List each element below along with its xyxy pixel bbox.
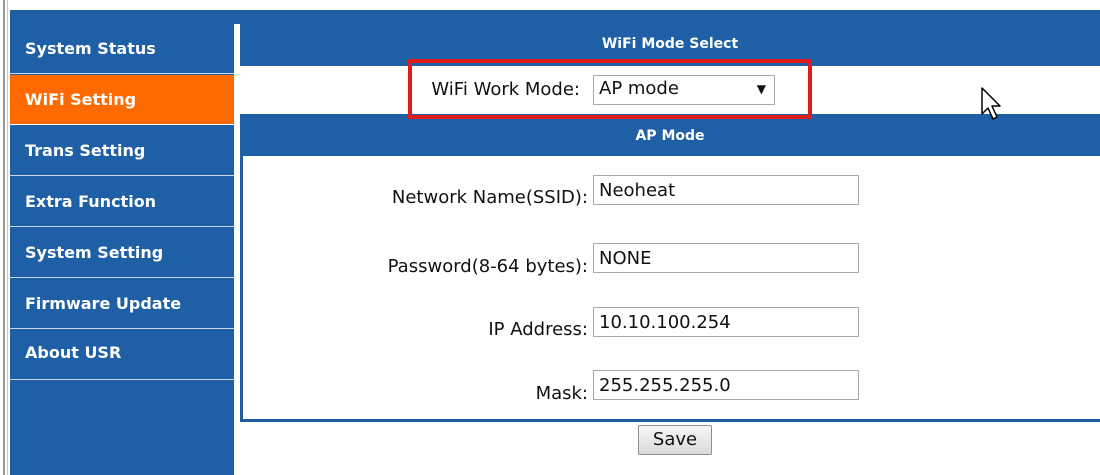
ap-section-title: AP Mode — [635, 128, 705, 144]
sidebar-item-label: WiFi Setting — [25, 90, 137, 109]
sidebar-item-label: Extra Function — [25, 192, 157, 211]
sidebar: System Status WiFi Setting Trans Setting… — [10, 24, 234, 475]
ssid-input[interactable] — [593, 175, 859, 205]
sidebar-item-label: Firmware Update — [25, 294, 182, 313]
mask-label: Mask: — [535, 383, 588, 404]
sidebar-item-about-usr[interactable]: About USR — [10, 330, 234, 380]
mouse-cursor-icon — [981, 87, 1001, 120]
ssid-label: Network Name(SSID): — [391, 187, 588, 208]
sidebar-item-label: About USR — [25, 343, 122, 362]
page-left-border — [3, 0, 5, 475]
page-left-border-inner — [7, 0, 8, 475]
sidebar-item-label: System Setting — [25, 243, 164, 262]
password-label: Password(8-64 bytes): — [387, 256, 588, 277]
sidebar-item-wifi-setting[interactable]: WiFi Setting — [10, 75, 234, 125]
save-button[interactable]: Save — [638, 425, 712, 455]
ip-address-label: IP Address: — [488, 319, 588, 340]
sidebar-item-extra-function[interactable]: Extra Function — [10, 177, 234, 227]
sidebar-item-system-status[interactable]: System Status — [10, 24, 234, 74]
header-bar — [10, 10, 1100, 24]
ip-address-input[interactable] — [593, 307, 859, 337]
sidebar-item-label: System Status — [25, 39, 156, 58]
password-input[interactable] — [593, 243, 859, 273]
mode-section-title: WiFi Mode Select — [601, 36, 739, 52]
ap-section-bottom-border — [240, 419, 1100, 422]
sidebar-item-label: Trans Setting — [25, 141, 146, 160]
mask-input[interactable] — [593, 370, 859, 400]
sidebar-item-system-setting[interactable]: System Setting — [10, 228, 234, 278]
highlight-box — [408, 59, 812, 119]
ap-section-header: AP Mode — [240, 114, 1100, 156]
sidebar-item-trans-setting[interactable]: Trans Setting — [10, 126, 234, 176]
sidebar-item-firmware-update[interactable]: Firmware Update — [10, 279, 234, 329]
ap-section-left-border — [240, 156, 243, 422]
